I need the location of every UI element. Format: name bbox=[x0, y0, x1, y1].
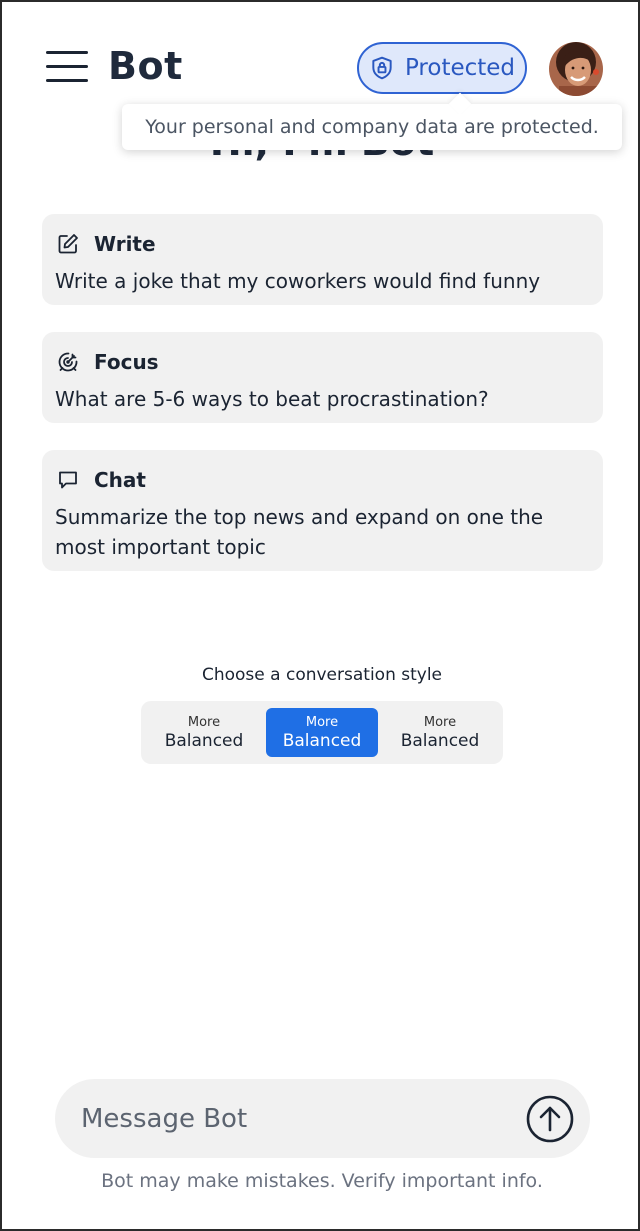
prompt-card-write[interactable]: Write Write a joke that my coworkers wou… bbox=[42, 214, 603, 305]
message-composer bbox=[55, 1079, 590, 1158]
send-button[interactable] bbox=[525, 1094, 575, 1144]
card-header: Chat bbox=[56, 468, 146, 492]
conversation-style-caption: Choose a conversation style bbox=[201, 665, 443, 685]
prompt-card-chat[interactable]: Chat Summarize the top news and expand o… bbox=[42, 450, 603, 571]
prompt-card-focus[interactable]: Focus What are 5-6 ways to beat procrast… bbox=[42, 332, 603, 423]
card-body: Summarize the top news and expand on one… bbox=[55, 505, 544, 559]
chat-bubble-icon bbox=[59, 471, 77, 489]
arrow-up-circle-icon bbox=[526, 1095, 574, 1143]
card-title: Write bbox=[94, 232, 156, 256]
menu-line bbox=[46, 51, 88, 54]
style-option-small-label: More bbox=[423, 715, 457, 730]
message-input[interactable] bbox=[81, 1099, 501, 1139]
style-option-1[interactable]: More Balanced bbox=[148, 708, 260, 757]
hamburger-menu-button[interactable] bbox=[46, 50, 88, 84]
card-header: Write bbox=[56, 232, 156, 256]
app-title: Bot bbox=[108, 44, 183, 88]
shield-lock-icon bbox=[372, 56, 392, 80]
style-option-small-label: More bbox=[187, 715, 221, 730]
menu-line bbox=[46, 65, 88, 68]
card-title: Chat bbox=[94, 468, 146, 492]
protected-label: Protected bbox=[404, 55, 516, 81]
card-body: What are 5-6 ways to beat procrastinatio… bbox=[55, 387, 489, 411]
protected-badge-button[interactable]: Protected bbox=[357, 42, 527, 94]
style-option-label: Balanced bbox=[282, 731, 362, 751]
app-frame: Bot Protected Your personal and company … bbox=[0, 0, 640, 1231]
style-option-small-label: More bbox=[305, 715, 339, 730]
disclaimer-text: Bot may make mistakes. Verify important … bbox=[101, 1170, 543, 1192]
card-body: Write a joke that my coworkers would fin… bbox=[55, 269, 541, 293]
card-title: Focus bbox=[94, 350, 159, 374]
edit-icon bbox=[58, 234, 78, 254]
card-header: Focus bbox=[56, 350, 159, 374]
user-avatar[interactable] bbox=[549, 42, 603, 96]
style-option-label: Balanced bbox=[164, 731, 244, 751]
avatar-image bbox=[549, 42, 603, 96]
style-option-3[interactable]: More Balanced bbox=[384, 708, 496, 757]
menu-line bbox=[46, 79, 88, 82]
style-option-2[interactable]: More Balanced bbox=[266, 708, 378, 757]
protection-tooltip: Your personal and company data are prote… bbox=[122, 104, 622, 150]
target-icon bbox=[58, 352, 78, 372]
tooltip-text: Your personal and company data are prote… bbox=[145, 116, 599, 138]
style-option-label: Balanced bbox=[400, 731, 480, 751]
conversation-style-selector: More Balanced More Balanced More Balance… bbox=[141, 701, 503, 764]
